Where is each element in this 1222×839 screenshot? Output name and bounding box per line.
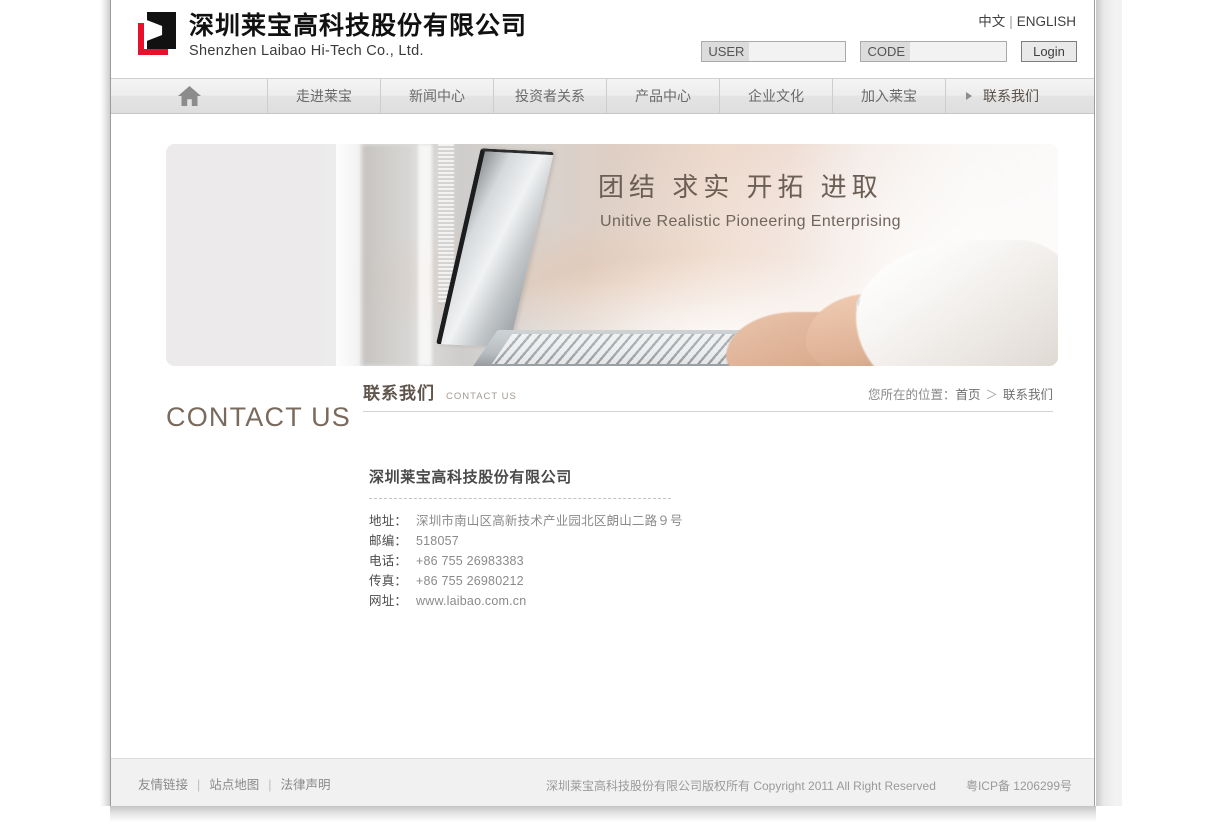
browser-viewport: 深圳莱宝高科技股份有限公司 Shenzhen Laibao Hi-Tech Co… bbox=[0, 0, 1222, 839]
footer-link-1[interactable]: 站点地图 bbox=[209, 778, 259, 792]
contact-row-address: 地址： 深圳市南山区高新技术产业园北区朗山二路９号 bbox=[369, 511, 789, 531]
language-separator: | bbox=[1009, 14, 1013, 29]
footer-copyright: 深圳莱宝高科技股份有限公司版权所有 Copyright 2011 All Rig… bbox=[546, 779, 936, 793]
footer-links: 友情链接 | 站点地图 | 法律声明 bbox=[138, 774, 331, 793]
language-switcher: 中文 | ENGLISH bbox=[978, 10, 1076, 30]
contact-row-postcode: 邮编： 518057 bbox=[369, 531, 789, 551]
user-field-group[interactable]: USER bbox=[701, 41, 847, 62]
logo-mark-icon bbox=[138, 12, 180, 56]
contact-company-name: 深圳莱宝高科技股份有限公司 bbox=[369, 469, 572, 486]
page-right-shadow bbox=[1096, 0, 1122, 806]
login-button[interactable]: Login bbox=[1021, 41, 1077, 62]
contact-label: 地址： bbox=[369, 514, 408, 528]
language-chinese-link[interactable]: 中文 bbox=[978, 14, 1005, 29]
banner-zone: 团结 求实 开拓 进取 Unitive Realistic Pioneering… bbox=[111, 114, 1094, 366]
contact-value: +86 755 26983383 bbox=[416, 554, 524, 568]
footer-link-2[interactable]: 法律声明 bbox=[281, 778, 331, 792]
breadcrumb: 您所在的位置：首页 ＞ 联系我们 bbox=[868, 384, 1053, 403]
logo-name-en: Shenzhen Laibao Hi-Tech Co., Ltd. bbox=[189, 43, 424, 59]
banner-slogan-en: Unitive Realistic Pioneering Enterprisin… bbox=[600, 213, 901, 230]
footer-link-0[interactable]: 友情链接 bbox=[138, 778, 188, 792]
nav-item-2[interactable]: 投资者关系 bbox=[494, 79, 607, 113]
logo-text: 深圳莱宝高科技股份有限公司 Shenzhen Laibao Hi-Tech Co… bbox=[189, 12, 527, 61]
contact-row-fax: 传真： +86 755 26980212 bbox=[369, 571, 789, 591]
contact-label: 邮编： bbox=[369, 534, 408, 548]
banner-left-panel bbox=[166, 144, 324, 366]
main-navigation: 走进莱宝 新闻中心 投资者关系 产品中心 企业文化 加入莱宝 联系我们 bbox=[111, 78, 1094, 114]
breadcrumb-home-link[interactable]: 首页 bbox=[955, 388, 980, 402]
nav-item-label: 加入莱宝 bbox=[861, 88, 917, 104]
contact-label: 电话： bbox=[369, 554, 408, 568]
nav-item-label: 联系我们 bbox=[983, 88, 1039, 104]
contact-value: 518057 bbox=[416, 534, 459, 548]
site-logo[interactable]: 深圳莱宝高科技股份有限公司 Shenzhen Laibao Hi-Tech Co… bbox=[138, 12, 527, 61]
banner-slogan-cn: 团结 求实 开拓 进取 bbox=[598, 172, 883, 202]
page-title: CONTACT US bbox=[166, 402, 352, 432]
section-divider bbox=[363, 411, 1053, 412]
site-page: 深圳莱宝高科技股份有限公司 Shenzhen Laibao Hi-Tech Co… bbox=[110, 0, 1095, 806]
contact-value: +86 755 26980212 bbox=[416, 574, 524, 588]
nav-item-0[interactable]: 走进莱宝 bbox=[268, 79, 381, 113]
banner-window-frame-a bbox=[336, 144, 360, 366]
section-title-en: CONTACT US bbox=[446, 391, 517, 402]
triangle-right-icon bbox=[966, 92, 972, 100]
nav-item-label: 产品中心 bbox=[635, 88, 691, 104]
login-bar: USER CODE Login bbox=[701, 41, 1077, 62]
nav-item-label: 走进莱宝 bbox=[296, 88, 352, 104]
contact-label: 网址： bbox=[369, 594, 408, 608]
nav-item-label: 新闻中心 bbox=[409, 88, 465, 104]
page-bottom-shadow bbox=[110, 806, 1096, 822]
logo-name-cn: 深圳莱宝高科技股份有限公司 bbox=[189, 13, 528, 40]
footer-icp-number[interactable]: 粤ICP备 1206299号 bbox=[966, 777, 1072, 794]
site-header: 深圳莱宝高科技股份有限公司 Shenzhen Laibao Hi-Tech Co… bbox=[111, 0, 1094, 78]
footer-separator: | bbox=[268, 778, 272, 792]
code-input[interactable] bbox=[910, 42, 1006, 61]
nav-item-3[interactable]: 产品中心 bbox=[607, 79, 720, 113]
site-footer: 友情链接 | 站点地图 | 法律声明 深圳莱宝高科技股份有限公司版权所有 Copyrig… bbox=[111, 758, 1094, 806]
banner-window-frame-c bbox=[418, 144, 432, 366]
language-english-link[interactable]: ENGLISH bbox=[1017, 14, 1076, 29]
breadcrumb-prefix: 您所在的位置： bbox=[867, 388, 956, 402]
user-input[interactable] bbox=[749, 42, 846, 61]
main-content: CONTACT US 联系我们 CONTACT US 您所在的位置：首页＞联系我… bbox=[111, 366, 1094, 770]
contact-label: 传真： bbox=[369, 574, 408, 588]
code-field-label: CODE bbox=[861, 42, 910, 61]
home-icon bbox=[177, 86, 201, 106]
nav-item-label: 投资者关系 bbox=[515, 88, 585, 104]
nav-item-1[interactable]: 新闻中心 bbox=[381, 79, 494, 113]
nav-item-home[interactable] bbox=[111, 79, 268, 113]
banner-laptop-keyboard bbox=[491, 334, 763, 364]
footer-separator: | bbox=[197, 778, 201, 792]
contact-row-phone: 电话： +86 755 26983383 bbox=[369, 551, 789, 571]
nav-item-6[interactable]: 联系我们 bbox=[946, 79, 1059, 113]
contact-dashed-divider bbox=[369, 498, 671, 499]
section-header: 联系我们 CONTACT US 您所在的位置：首页 ＞ 联系我们 bbox=[363, 379, 1053, 412]
nav-item-5[interactable]: 加入莱宝 bbox=[833, 79, 946, 113]
contact-value: 深圳市南山区高新技术产业园北区朗山二路９号 bbox=[416, 514, 683, 528]
nav-item-label: 企业文化 bbox=[748, 88, 804, 104]
contact-row-website: 网址： www.laibao.com.cn bbox=[369, 591, 789, 611]
banner-slogan: 团结 求实 开拓 进取 Unitive Realistic Pioneering… bbox=[598, 171, 901, 234]
nav-item-4[interactable]: 企业文化 bbox=[720, 79, 833, 113]
hero-banner: 团结 求实 开拓 进取 Unitive Realistic Pioneering… bbox=[166, 144, 1058, 366]
breadcrumb-separator: ＞ bbox=[985, 388, 998, 402]
contact-value[interactable]: www.laibao.com.cn bbox=[416, 591, 526, 611]
section-title-cn: 联系我们 bbox=[363, 384, 435, 403]
code-field-group[interactable]: CODE bbox=[860, 41, 1007, 62]
user-field-label: USER bbox=[702, 42, 750, 61]
banner-window-frame-b bbox=[362, 144, 412, 366]
breadcrumb-current: 联系我们 bbox=[1002, 388, 1053, 402]
contact-info-card: 深圳莱宝高科技股份有限公司 地址： 深圳市南山区高新技术产业园北区朗山二路９号 … bbox=[369, 466, 789, 611]
